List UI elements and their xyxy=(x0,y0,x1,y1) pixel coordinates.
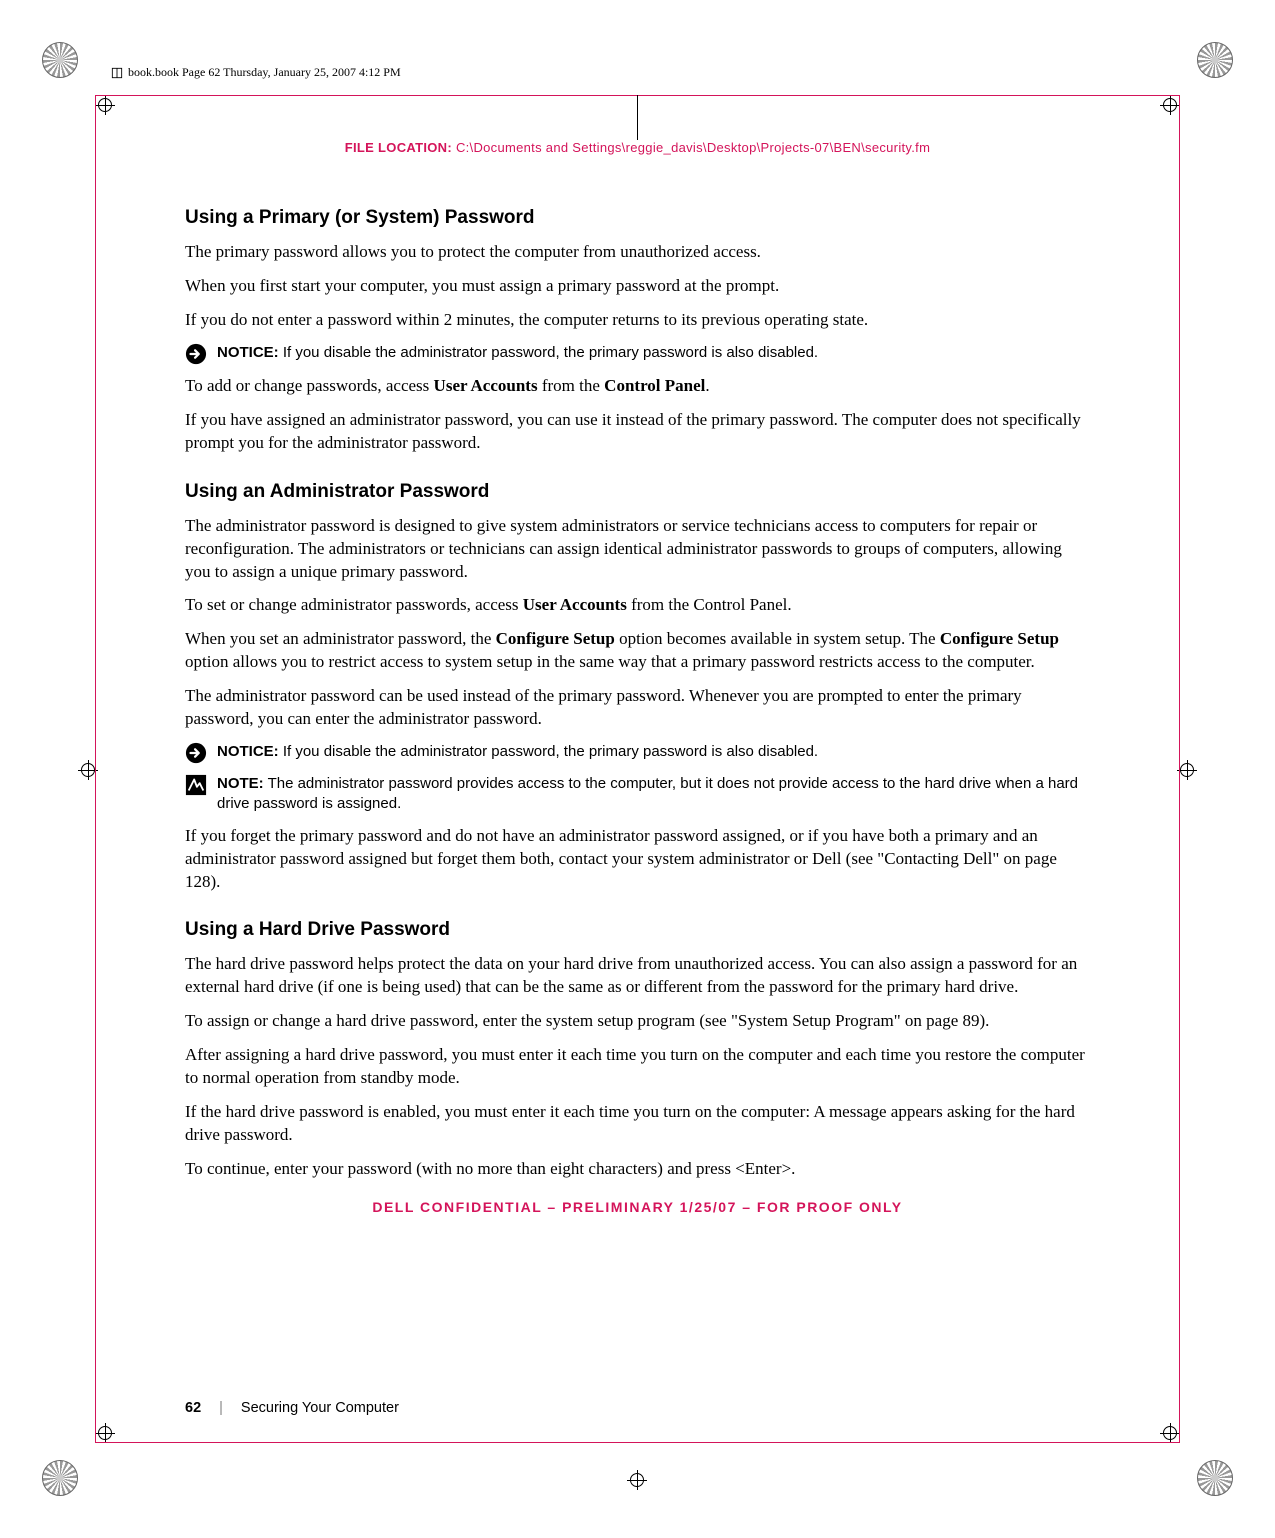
para: If you forget the primary password and d… xyxy=(185,825,1090,894)
notice-block: NOTICE: If you disable the administrator… xyxy=(185,343,1090,365)
note-block: NOTE: The administrator password provide… xyxy=(185,774,1090,815)
para: After assigning a hard drive password, y… xyxy=(185,1044,1090,1090)
para: To continue, enter your password (with n… xyxy=(185,1158,1090,1181)
para: The hard drive password helps protect th… xyxy=(185,953,1090,999)
para: If you have assigned an administrator pa… xyxy=(185,409,1090,455)
file-location-label: FILE LOCATION: xyxy=(345,140,452,155)
footer-separator: | xyxy=(219,1400,223,1416)
page-number: 62 xyxy=(185,1400,201,1416)
reg-mark-mr xyxy=(1177,760,1197,780)
notice-block: NOTICE: If you disable the administrator… xyxy=(185,742,1090,764)
crop-mark-bl xyxy=(42,1460,78,1496)
confidential-banner: DELL CONFIDENTIAL – PRELIMINARY 1/25/07 … xyxy=(185,1199,1090,1215)
heading-hard-drive-password: Using a Hard Drive Password xyxy=(185,919,1090,941)
footer-section: Securing Your Computer xyxy=(241,1400,399,1416)
file-location: FILE LOCATION: C:\Documents and Settings… xyxy=(185,140,1090,155)
para: The administrator password is designed t… xyxy=(185,515,1090,584)
note-text: NOTE: The administrator password provide… xyxy=(217,774,1090,815)
crop-mark-br xyxy=(1197,1460,1233,1496)
center-line-top xyxy=(637,95,638,140)
header-info: book.book Page 62 Thursday, January 25, … xyxy=(110,65,401,80)
para: When you set an administrator password, … xyxy=(185,628,1090,674)
heading-admin-password: Using an Administrator Password xyxy=(185,481,1090,503)
notice-text: NOTICE: If you disable the administrator… xyxy=(217,742,818,762)
notice-icon xyxy=(185,343,207,365)
crop-mark-tl xyxy=(42,42,78,78)
crop-mark-tr xyxy=(1197,42,1233,78)
file-location-path: C:\Documents and Settings\reggie_davis\D… xyxy=(456,140,930,155)
para: To add or change passwords, access User … xyxy=(185,375,1090,398)
heading-primary-password: Using a Primary (or System) Password xyxy=(185,207,1090,229)
reg-mark-bc xyxy=(627,1470,647,1490)
notice-text: NOTICE: If you disable the administrator… xyxy=(217,343,818,363)
para: To set or change administrator passwords… xyxy=(185,594,1090,617)
para: To assign or change a hard drive passwor… xyxy=(185,1010,1090,1033)
para: If the hard drive password is enabled, y… xyxy=(185,1101,1090,1147)
book-icon xyxy=(110,66,124,80)
para: If you do not enter a password within 2 … xyxy=(185,309,1090,332)
para: When you first start your computer, you … xyxy=(185,275,1090,298)
main-content: FILE LOCATION: C:\Documents and Settings… xyxy=(185,140,1090,1215)
note-icon xyxy=(185,774,207,796)
notice-icon xyxy=(185,742,207,764)
para: The primary password allows you to prote… xyxy=(185,241,1090,264)
header-text: book.book Page 62 Thursday, January 25, … xyxy=(128,65,401,80)
page-footer: 62 | Securing Your Computer xyxy=(185,1400,399,1416)
para: The administrator password can be used i… xyxy=(185,685,1090,731)
